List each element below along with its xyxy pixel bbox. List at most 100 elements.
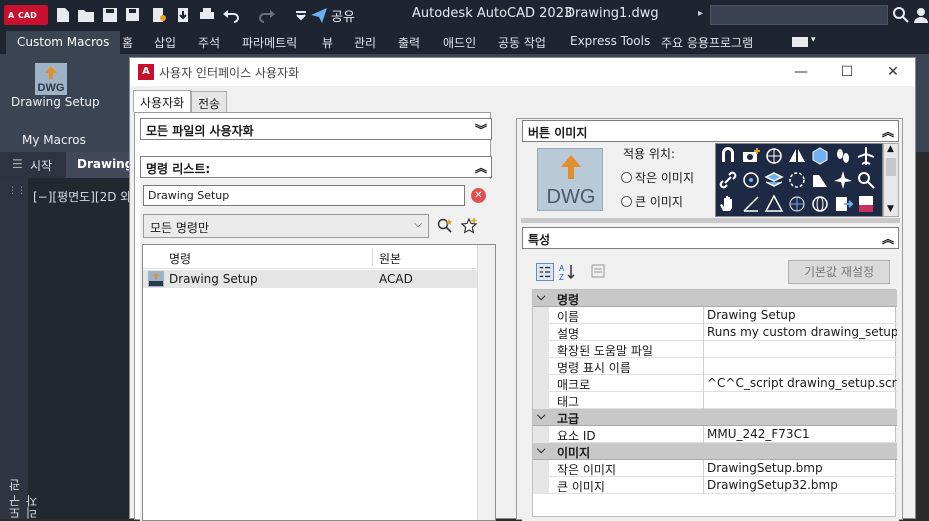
property-row[interactable]: 큰 이미지DrawingSetup32.bmp [533,477,897,494]
property-row[interactable]: 작은 이미지DrawingSetup.bmp [533,460,897,477]
orbit-icon[interactable] [763,145,785,167]
viewport-controls[interactable]: [−][평면도][2D 와 [33,188,131,205]
close-icon[interactable]: ✕ [883,62,903,82]
property-category[interactable]: ⌵명령 [533,290,897,307]
property-value[interactable]: MMU_242_F73C1 [707,427,897,441]
export-icon[interactable] [832,193,854,215]
column-header-command[interactable]: 명령 [169,250,191,267]
collapse-chevron-icon[interactable]: ⌵ [537,443,545,457]
property-row[interactable]: 이름Drawing Setup [533,307,897,324]
property-value[interactable]: Drawing Setup [707,308,897,322]
tab-manage[interactable]: 관리 [354,34,376,51]
redo-icon[interactable] [258,6,276,24]
property-row[interactable]: 태그 [533,392,897,409]
tab-output[interactable]: 출력 [398,34,420,51]
command-search-input[interactable]: Drawing Setup [143,185,465,206]
dialog-title-bar[interactable]: A 사용자 인터페이스 사용자화 — ☐ ✕ [130,58,915,86]
maximize-icon[interactable]: ☐ [837,62,857,82]
layers-icon[interactable] [763,169,785,191]
new-file-icon[interactable] [54,6,72,24]
collapse-chevron-icon[interactable]: ⌵ [537,409,545,423]
property-row[interactable]: 요소 IDMMU_242_F73C1 [533,426,897,443]
property-pages-icon[interactable] [590,263,606,279]
property-category[interactable]: ⌵이미지 [533,443,897,460]
search-icon[interactable] [892,6,910,24]
radio-large-image[interactable]: 큰 이미지 [621,193,683,210]
share-label[interactable]: 공유 [331,6,355,25]
camera-add-icon[interactable] [740,145,762,167]
radio-small-image[interactable]: 작은 이미지 [621,169,694,186]
tool-palette-strip[interactable]: ⋮⋮ [0,178,28,519]
undo-icon[interactable] [222,6,240,24]
properties-header[interactable]: 특성 ︽ [522,227,899,249]
web-mobile-icon[interactable] [150,6,168,24]
column-header-source[interactable]: 원본 [379,250,401,267]
property-value[interactable]: DrawingSetup32.bmp [707,478,897,492]
angle-icon[interactable] [763,193,785,215]
compass-icon[interactable] [786,193,808,215]
tab-view[interactable]: 뷰 [322,34,333,51]
tab-insert[interactable]: 삽입 [154,34,176,51]
link-icon[interactable] [717,169,739,191]
tab-drawing1[interactable]: Drawing [66,152,130,178]
tab-annotate[interactable]: 주석 [198,34,220,51]
plot-icon[interactable] [198,6,216,24]
quick-access-dropdown-icon[interactable] [292,6,310,24]
property-category[interactable]: ⌵고급 [533,409,897,426]
find-command-icon[interactable] [436,217,454,235]
pan-hand-icon[interactable] [717,193,739,215]
command-filter-select[interactable]: 모든 명령만 ⌵ [143,214,429,238]
property-row[interactable]: 설명Runs my custom drawing_setup.s [533,324,897,341]
tab-custom-macros[interactable]: Custom Macros [6,31,120,54]
save-icon[interactable] [101,6,119,24]
chevron-up-icon[interactable]: ︽ [882,230,894,247]
walk-icon[interactable] [740,169,762,191]
property-row[interactable]: 매크로^C^C_script drawing_setup.scr [533,375,897,392]
reset-defaults-button[interactable]: 기본값 재설정 [788,260,890,284]
open-folder-icon[interactable] [77,6,95,24]
globe-icon[interactable] [809,193,831,215]
property-value[interactable]: DrawingSetup.bmp [707,461,897,475]
tab-express-tools[interactable]: Express Tools [570,34,650,48]
table-row[interactable]: Drawing Setup ACAD [143,270,477,288]
tab-addins[interactable]: 애드인 [443,34,476,51]
share-drawing-icon[interactable] [174,6,192,24]
clear-search-icon[interactable]: ✕ [471,188,486,203]
user-account-icon[interactable] [912,6,929,24]
property-row[interactable]: 확장된 도움말 파일 [533,341,897,358]
customizations-all-files-header[interactable]: 모든 파일의 사용자화 ︾ [140,118,492,140]
button-image-header[interactable]: 버튼 이미지 ︽ [522,120,899,142]
property-value[interactable]: Runs my custom drawing_setup.s [707,325,897,339]
radio-circle[interactable] [621,172,632,183]
dwf-icon[interactable] [855,193,877,215]
collapse-chevron-icon[interactable]: ⌵ [537,290,545,304]
command-list-header[interactable]: 명령 리스트: ︽ [140,156,492,178]
box-3d-icon[interactable] [809,145,831,167]
tab-customize[interactable]: 사용자화 [133,90,191,112]
image-grid-scrollbar[interactable]: ▲ ▼ [883,143,899,217]
button-image-grid[interactable] [715,143,883,217]
airplane-icon[interactable] [855,145,877,167]
free-orbit-icon[interactable] [786,169,808,191]
pane-splitter[interactable] [521,218,900,223]
plane-icon[interactable] [832,169,854,191]
share-send-icon[interactable] [310,6,328,24]
scroll-down-icon[interactable]: ▼ [887,204,894,214]
sort-alphabetical-icon[interactable]: AZ [558,263,576,281]
tab-parametric[interactable]: 파라메트릭 [242,34,297,51]
scroll-thumb[interactable] [886,158,896,176]
chevron-up-icon[interactable]: ︽ [475,159,487,176]
magnet-icon[interactable] [717,145,739,167]
chevron-up-icon[interactable]: ︽ [882,123,894,140]
minimize-icon[interactable]: — [791,62,811,82]
help-search-input[interactable] [710,5,888,25]
drawing-setup-button-icon[interactable]: DWG [34,62,68,96]
vertical-scrollbar[interactable] [477,245,495,520]
property-row[interactable]: 명령 표시 이름 [533,358,897,375]
ribbon-minimize-icon[interactable] [792,37,808,47]
file-tabs-menu-icon[interactable]: ☰ [12,157,23,171]
app-menu-button[interactable]: A CAD [4,5,48,25]
create-command-icon[interactable] [460,217,478,235]
tab-transfer[interactable]: 전송 [191,91,227,112]
scroll-up-icon[interactable]: ▲ [887,144,894,154]
